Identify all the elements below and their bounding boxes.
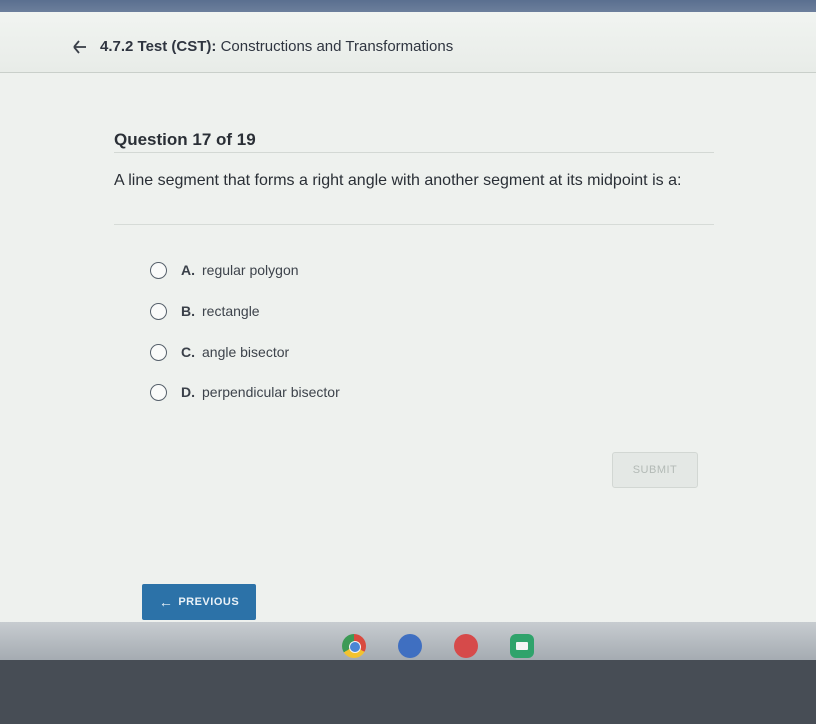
submit-button[interactable]: SUBMIT (612, 452, 698, 488)
back-arrow-icon[interactable] (70, 38, 88, 56)
question-prompt: A line segment that forms a right angle … (114, 172, 682, 189)
screen: 4.7.2 Test (CST): Constructions and Tran… (0, 0, 816, 724)
option-text: regular polygon (202, 262, 299, 278)
previous-label: PREVIOUS (178, 596, 240, 608)
option-text: angle bisector (202, 344, 290, 360)
browser-window: 4.7.2 Test (CST): Constructions and Tran… (0, 12, 816, 672)
course-name: Constructions and Transformations (220, 38, 454, 55)
previous-button[interactable]: ← PREVIOUS (142, 584, 256, 620)
answer-option-c[interactable]: C. angle bisector (150, 340, 289, 364)
option-letter: D. (181, 384, 195, 400)
option-letter: B. (181, 303, 195, 319)
screen-bezel (0, 660, 816, 724)
app-icon[interactable] (398, 634, 422, 658)
option-letter: A. (181, 262, 195, 278)
answer-option-d[interactable]: D. perpendicular bisector (150, 380, 340, 404)
header-bar: 4.7.2 Test (CST): Constructions and Tran… (0, 12, 816, 73)
option-text: perpendicular bisector (202, 384, 340, 400)
left-arrow-icon: ← (158, 594, 174, 610)
divider (114, 152, 714, 153)
option-letter: C. (181, 344, 195, 360)
course-title: 4.7.2 Test (CST): Constructions and Tran… (100, 38, 453, 55)
meet-icon[interactable] (510, 634, 534, 658)
radio-button[interactable] (150, 261, 167, 279)
answer-option-b[interactable]: B. rectangle (150, 299, 260, 323)
radio-button[interactable] (150, 302, 167, 320)
app-icon[interactable] (454, 634, 478, 658)
radio-button[interactable] (150, 383, 167, 401)
radio-button[interactable] (150, 343, 167, 361)
answer-option-a[interactable]: A. regular polygon (150, 258, 299, 282)
divider (114, 224, 714, 225)
chrome-icon[interactable] (342, 634, 366, 658)
course-code: 4.7.2 Test (CST): (100, 38, 217, 55)
option-text: rectangle (202, 303, 260, 319)
question-counter: Question 17 of 19 (114, 130, 256, 149)
